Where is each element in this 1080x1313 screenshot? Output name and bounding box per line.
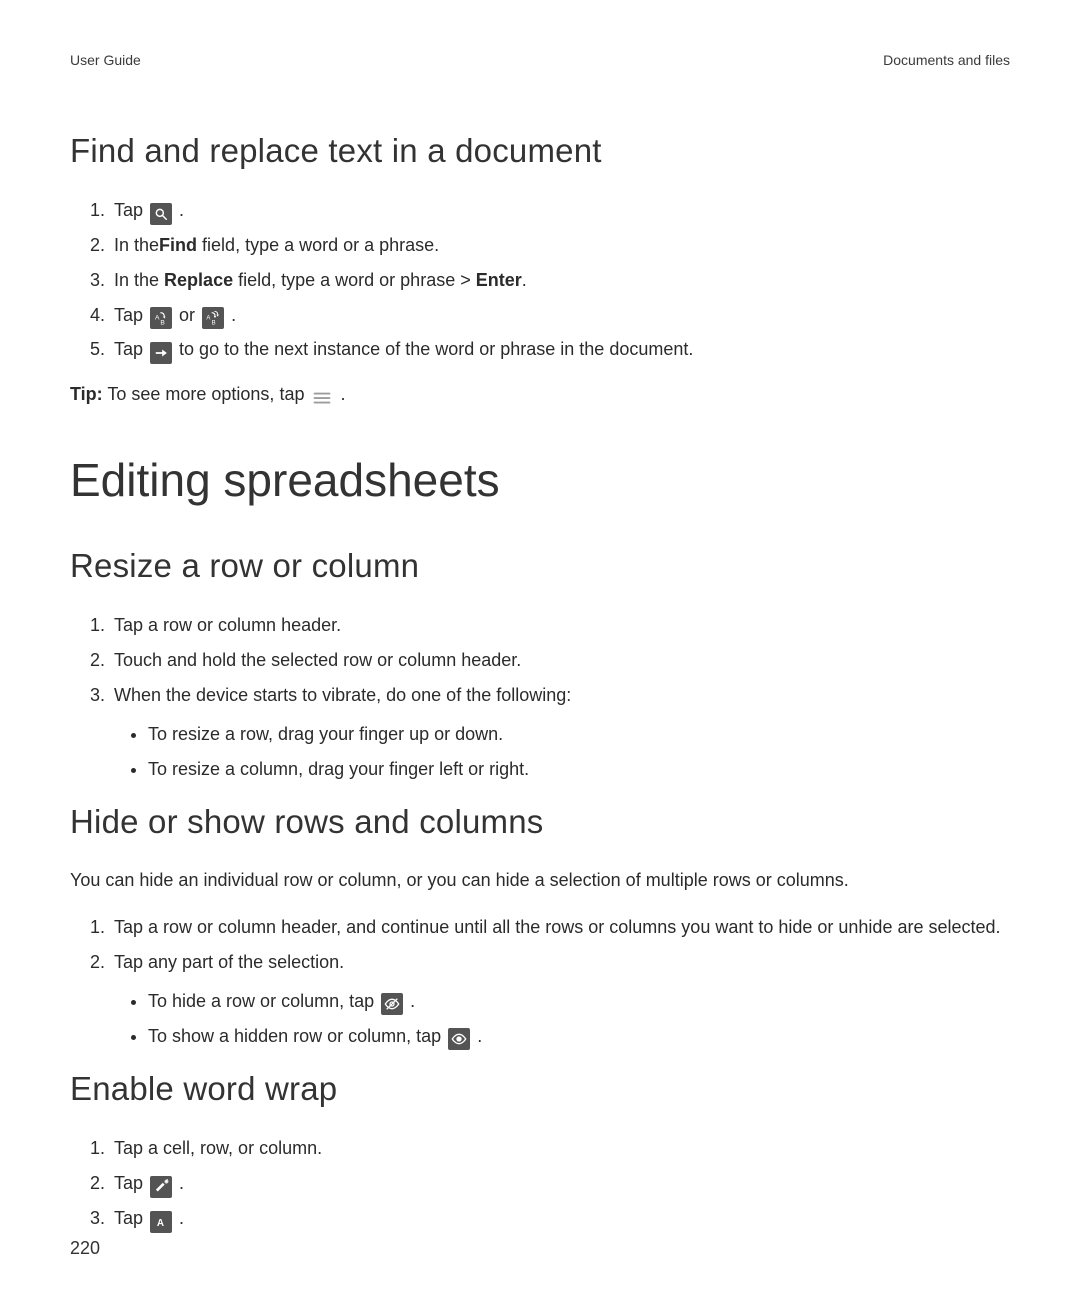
heading-hide-show: Hide or show rows and columns	[70, 803, 1010, 841]
step-text: In the	[114, 270, 164, 290]
hide-icon	[381, 993, 403, 1015]
steps-find-replace: Tap . In theFind field, type a word or a…	[70, 196, 1010, 364]
heading-resize: Resize a row or column	[70, 547, 1010, 585]
tip-text: .	[340, 384, 345, 404]
step: Tap .	[110, 1169, 1010, 1198]
step-text: Tap	[114, 1208, 148, 1228]
running-header: User Guide Documents and files	[70, 52, 1010, 68]
step-text: Tap a row or column header.	[114, 615, 341, 635]
step-text: When the device starts to vibrate, do on…	[114, 685, 571, 705]
tip-label: Tip:	[70, 384, 103, 404]
svg-text:A: A	[206, 315, 210, 321]
doc-page: User Guide Documents and files Find and …	[0, 0, 1080, 1313]
menu-icon	[311, 387, 333, 409]
step-text: .	[522, 270, 527, 290]
substeps-hide: To hide a row or column, tap . To show a…	[114, 987, 1010, 1051]
step-text: Tap	[114, 200, 148, 220]
step: Tap to go to the next instance of the wo…	[110, 335, 1010, 364]
bold-enter: Enter	[476, 270, 522, 290]
step-text: To hide a row or column, tap	[148, 991, 379, 1011]
list-item: To show a hidden row or column, tap .	[148, 1022, 1010, 1051]
running-header-left: User Guide	[70, 52, 141, 68]
step: In the Replace field, type a word or phr…	[110, 266, 1010, 295]
step-text: Tap a cell, row, or column.	[114, 1138, 322, 1158]
svg-text:A: A	[157, 1218, 164, 1229]
show-icon	[448, 1028, 470, 1050]
bold-replace: Replace	[164, 270, 233, 290]
step: Tap .	[110, 196, 1010, 225]
running-header-right: Documents and files	[883, 52, 1010, 68]
page-number: 220	[70, 1238, 100, 1259]
replace-all-icon: AB	[202, 307, 224, 329]
heading-editing-spreadsheets: Editing spreadsheets	[70, 453, 1010, 507]
steps-resize: Tap a row or column header. Touch and ho…	[70, 611, 1010, 783]
step-text: .	[231, 305, 236, 325]
step-text: or	[179, 305, 200, 325]
step-text: Tap a row or column header, and continue…	[114, 917, 1001, 937]
edit-icon	[150, 1176, 172, 1198]
step-text: Tap	[114, 305, 148, 325]
list-item: To resize a column, drag your finger lef…	[148, 755, 1010, 784]
step-text: To resize a column, drag your finger lef…	[148, 759, 529, 779]
step: Tap any part of the selection. To hide a…	[110, 948, 1010, 1050]
step-text: Tap	[114, 339, 148, 359]
step-text: .	[410, 991, 415, 1011]
step-text: To resize a row, drag your finger up or …	[148, 724, 503, 744]
next-arrow-icon	[150, 342, 172, 364]
steps-wrap: Tap a cell, row, or column. Tap . Tap A …	[70, 1134, 1010, 1233]
list-item: To resize a row, drag your finger up or …	[148, 720, 1010, 749]
bold-find: Find	[159, 235, 197, 255]
step: In theFind field, type a word or a phras…	[110, 231, 1010, 260]
step-text: To show a hidden row or column, tap	[148, 1026, 446, 1046]
step: Tap a row or column header.	[110, 611, 1010, 640]
font-icon: A	[150, 1211, 172, 1233]
step-text: to go to the next instance of the word o…	[179, 339, 693, 359]
step-text: In the	[114, 235, 159, 255]
svg-text:A: A	[155, 314, 160, 321]
step: Touch and hold the selected row or colum…	[110, 646, 1010, 675]
step: Tap a row or column header, and continue…	[110, 913, 1010, 942]
heading-find-replace: Find and replace text in a document	[70, 132, 1010, 170]
replace-one-icon: AB	[150, 307, 172, 329]
search-icon	[150, 203, 172, 225]
tip-text: To see more options, tap	[103, 384, 310, 404]
substeps-resize: To resize a row, drag your finger up or …	[114, 720, 1010, 784]
step: Tap AB or AB .	[110, 301, 1010, 330]
step-text: .	[179, 1173, 184, 1193]
step-text: field, type a word or phrase >	[233, 270, 476, 290]
step-text: Touch and hold the selected row or colum…	[114, 650, 521, 670]
heading-word-wrap: Enable word wrap	[70, 1070, 1010, 1108]
step-text: .	[179, 1208, 184, 1228]
svg-text:B: B	[160, 319, 165, 325]
step: Tap a cell, row, or column.	[110, 1134, 1010, 1163]
steps-hide: Tap a row or column header, and continue…	[70, 913, 1010, 1050]
step-text: Tap	[114, 1173, 148, 1193]
hide-intro: You can hide an individual row or column…	[70, 867, 1010, 895]
svg-text:B: B	[212, 320, 216, 325]
step-text: field, type a word or a phrase.	[197, 235, 439, 255]
tip-line: Tip: To see more options, tap .	[70, 384, 1010, 409]
list-item: To hide a row or column, tap .	[148, 987, 1010, 1016]
step: When the device starts to vibrate, do on…	[110, 681, 1010, 783]
step: Tap A .	[110, 1204, 1010, 1233]
step-text: .	[179, 200, 184, 220]
step-text: Tap any part of the selection.	[114, 952, 344, 972]
step-text: .	[477, 1026, 482, 1046]
